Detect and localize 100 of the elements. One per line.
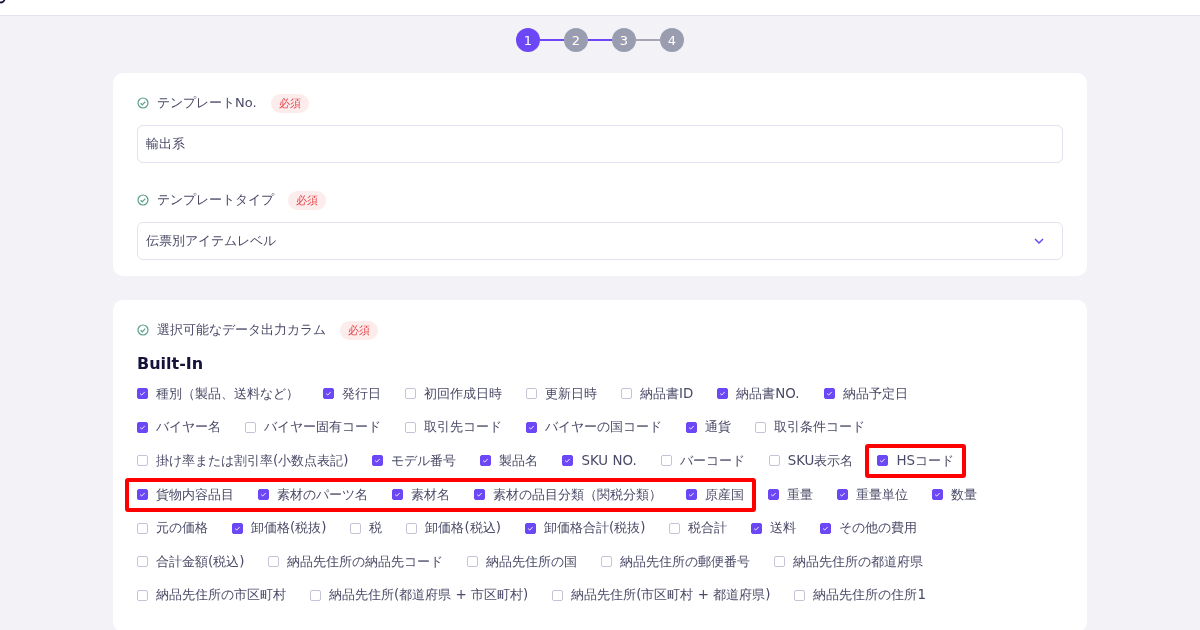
checkbox[interactable] <box>405 421 416 433</box>
checkbox-label: 種別（製品、送料など） <box>156 384 299 403</box>
required-badge: 必須 <box>270 93 309 113</box>
checkbox-label: 卸価格(税込) <box>425 519 501 538</box>
checkbox[interactable] <box>768 489 779 501</box>
checkbox[interactable] <box>480 455 492 467</box>
checkbox[interactable] <box>258 489 269 501</box>
checkbox[interactable] <box>137 556 148 568</box>
checkbox-label: 納品予定日 <box>842 384 908 403</box>
checkbox-label: 掛け率または割引率(小数点表記) <box>156 452 349 470</box>
checkbox-label: SKU NO. <box>581 453 637 469</box>
checkbox-label: バイヤーの国コード <box>545 418 662 437</box>
checkbox-label: 初回作成日時 <box>424 384 502 403</box>
checkbox-label: 納品先住所の都道府県 <box>793 552 924 571</box>
checkbox-label: 納品先住所の納品先コード <box>287 552 444 571</box>
checkbox-label: 通貨 <box>705 418 731 437</box>
checkbox[interactable] <box>751 522 763 534</box>
checkbox[interactable] <box>137 388 148 400</box>
checkbox[interactable] <box>686 489 697 501</box>
checkbox-label: 素材名 <box>411 485 450 504</box>
checkbox-label: 納品先住所の郵便番号 <box>620 552 751 571</box>
checkbox-label: 重量 <box>787 485 813 504</box>
checkbox[interactable] <box>137 489 148 501</box>
checkbox[interactable] <box>686 421 697 433</box>
checkbox[interactable] <box>137 455 148 467</box>
checkbox[interactable] <box>323 388 334 400</box>
required-badge: 必須 <box>340 320 378 340</box>
checkbox-label: 素材の品目分類（関税分類） <box>493 485 662 504</box>
checkbox-label: 取引条件コード <box>774 418 865 437</box>
checkbox-label: 税合計 <box>688 519 728 538</box>
section-title: Built-In <box>137 354 205 373</box>
checkbox[interactable] <box>524 522 536 534</box>
input-field[interactable]: 輸出系 <box>137 125 1063 163</box>
checkbox-label: 製品名 <box>499 452 539 470</box>
checkbox[interactable] <box>820 522 832 534</box>
checkbox[interactable] <box>837 489 848 501</box>
checkbox-label: SKU表示名 <box>787 452 854 470</box>
checkbox-label: その他の費用 <box>839 519 918 538</box>
checkbox[interactable] <box>794 589 806 601</box>
checkbox[interactable] <box>660 455 672 467</box>
checkbox[interactable] <box>621 388 632 400</box>
checkbox-label: 発行日 <box>342 384 381 403</box>
checkbox-label: 合計金額(税込) <box>156 552 245 571</box>
checkbox-label: 更新日時 <box>545 384 597 403</box>
step-button[interactable]: 1 <box>516 28 540 52</box>
select-value: 伝票別アイテムレベル <box>146 232 276 250</box>
checkbox[interactable] <box>392 489 403 501</box>
checkbox[interactable] <box>823 388 835 400</box>
checkbox-label: 卸価格合計(税抜) <box>543 519 646 538</box>
checkbox[interactable] <box>245 421 256 433</box>
checkbox[interactable] <box>137 421 148 433</box>
check-circle-icon <box>137 194 149 206</box>
checkbox[interactable] <box>932 489 943 501</box>
required-badge: 必須 <box>288 190 326 210</box>
checkbox[interactable] <box>552 589 564 601</box>
checkbox[interactable] <box>474 489 485 501</box>
checkbox-label: バイヤー固有コード <box>264 418 381 437</box>
checkbox-label: 重量単位 <box>856 485 908 504</box>
check-circle-icon <box>137 97 149 109</box>
checkbox-label: 原産国 <box>705 485 744 504</box>
checkbox[interactable] <box>137 589 148 601</box>
checkbox[interactable] <box>350 522 362 534</box>
checkbox[interactable] <box>774 556 786 568</box>
checkbox[interactable] <box>755 421 766 433</box>
checkbox[interactable] <box>526 388 537 400</box>
checkbox[interactable] <box>406 522 418 534</box>
checkbox-label: 卸価格(税抜) <box>251 519 327 538</box>
checkbox-label: 取引先コード <box>424 418 502 437</box>
checkbox[interactable] <box>562 455 574 467</box>
checkbox[interactable] <box>372 455 384 467</box>
checkbox[interactable] <box>669 522 681 534</box>
checkbox[interactable] <box>601 556 613 568</box>
checkbox[interactable] <box>526 421 537 433</box>
field-label: テンプレートNo. <box>157 94 257 112</box>
checkbox-label: 納品先住所(都道府県 + 市区町村) <box>329 586 529 605</box>
checkbox-label: モデル番号 <box>391 452 457 470</box>
checkbox[interactable] <box>877 455 889 467</box>
checkbox-label: 元の価格 <box>156 519 208 538</box>
checkbox[interactable] <box>232 522 243 534</box>
checkbox-label: 数量 <box>951 485 977 504</box>
checkbox-label: 納品書ID <box>640 384 694 403</box>
checkbox-label: 納品先住所の住所1 <box>813 586 926 605</box>
checkbox[interactable] <box>405 388 416 400</box>
checkbox[interactable] <box>268 556 280 568</box>
field-label: テンプレートタイプ <box>157 191 274 209</box>
check-circle-icon <box>137 324 149 336</box>
checkbox[interactable] <box>768 455 780 467</box>
checkbox-label: 素材のパーツ名 <box>277 485 368 504</box>
field-label: 選択可能なデータ出力カラム <box>157 321 326 339</box>
checkbox-label: 納品先住所(市区町村 + 都道府県) <box>571 586 771 605</box>
checkbox[interactable] <box>717 388 729 400</box>
checkbox[interactable] <box>310 589 321 601</box>
select-field[interactable]: 伝票別アイテムレベル <box>137 222 1063 260</box>
checkbox[interactable] <box>467 556 479 568</box>
checkbox-label: バーコード <box>679 452 745 470</box>
checkbox-label: 納品先住所の市区町村 <box>156 586 286 605</box>
checkbox-label: 納品書NO. <box>736 384 800 403</box>
checkbox[interactable] <box>137 522 148 534</box>
checkbox-label: 税 <box>369 519 383 538</box>
checkbox-label: バイヤー名 <box>156 418 221 437</box>
